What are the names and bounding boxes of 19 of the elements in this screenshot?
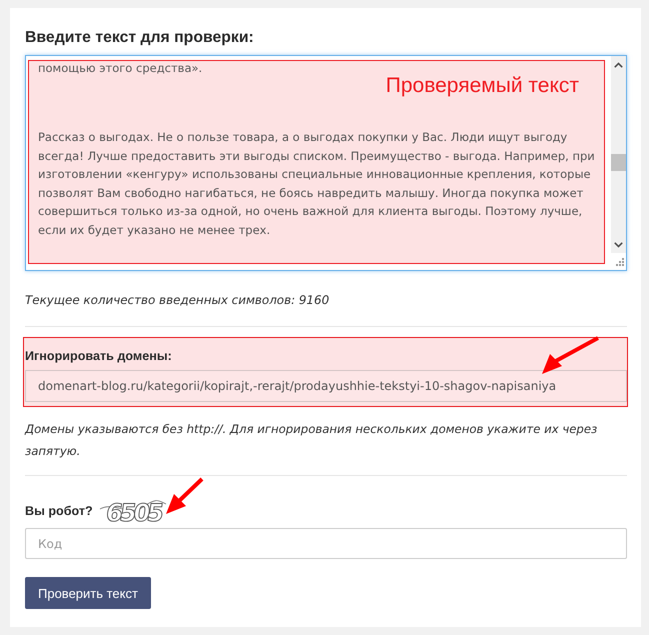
scrollbar[interactable] (611, 56, 626, 253)
resize-grip-icon[interactable] (616, 258, 624, 266)
text-paragraph: Рассказ о выгодах. Не о пользе товара, а о выгодах покупки у Вас. Люди ищут выгоду всегда! Лучше предоставить эти выгоды списком. Преимущество - выгода. Например, при изготовлении «кенгуру» использованы специальные инновационные крепления, которые позволят Вам свободно нагибаться, не боясь навредить малышу. Иногда покупка может совершиться только из-за одной, но очень важной для клиента выгоды. Поэтому лучше, если их будет указано не менее трех. (38, 129, 596, 239)
annotation-label: Проверяемый текст (386, 75, 579, 97)
domains-label: Игнорировать домены: (25, 348, 172, 365)
captcha-image: 6505 (98, 495, 167, 527)
scrollbar-thumb[interactable] (611, 154, 626, 171)
character-count: Текущее количество введенных символов: 9160 (25, 292, 330, 309)
captcha-label: Вы робот? (25, 503, 93, 520)
submit-button[interactable]: Проверить текст (25, 577, 151, 609)
domains-field[interactable]: domenart-blog.ru/kategorii/kopirajt,-rerajt/prodayushhie-tekstyi-10-shagov-napisaniya (25, 370, 627, 402)
scroll-up-icon[interactable] (614, 62, 623, 68)
text-line: помощью этого средства». (38, 61, 202, 75)
text-section-heading: Введите текст для проверки: (25, 28, 254, 48)
code-field[interactable]: Код (25, 528, 627, 559)
scroll-down-icon[interactable] (614, 242, 623, 248)
domains-hint: Домены указываются без http://. Для игнорирования нескольких доменов укажите их через запятую. (25, 421, 598, 460)
pointer-arrow (166, 477, 204, 514)
pointer-arrow (542, 336, 600, 374)
